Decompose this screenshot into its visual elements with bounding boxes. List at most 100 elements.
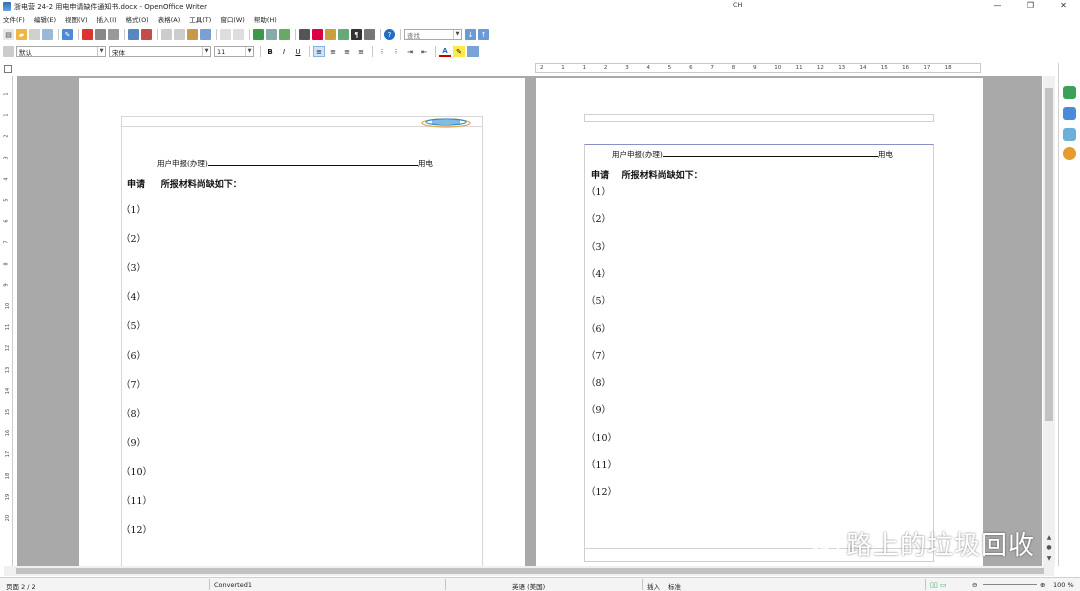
item-number: （5） — [586, 296, 612, 308]
data-sources-icon[interactable] — [338, 29, 349, 40]
menu-insert[interactable]: 插入(I) — [97, 14, 117, 24]
blank-underline[interactable] — [207, 165, 418, 166]
paste-icon[interactable] — [187, 29, 198, 40]
font-name-select[interactable]: 宋体 ▼ — [109, 46, 211, 57]
zoom-slider[interactable] — [983, 584, 1037, 585]
horizontal-scrollbar[interactable] — [4, 566, 1054, 576]
previous-page-icon[interactable]: ▲ — [1043, 534, 1055, 544]
font-color-icon[interactable]: A — [439, 46, 451, 57]
search-field[interactable]: 查找 ▼ — [404, 29, 462, 40]
table-icon[interactable] — [266, 29, 277, 40]
scrollbar-thumb[interactable] — [1045, 88, 1053, 421]
chevron-down-icon[interactable]: ▼ — [97, 47, 105, 56]
minimize-button[interactable]: — — [981, 0, 1014, 13]
document-workspace[interactable]: 用户申报(办理) 用电 申请 所报材料尚缺如下： （1） （2） （3） （4） （5） （… — [17, 76, 1042, 567]
indent-decrease-icon[interactable]: ⇤ — [418, 46, 430, 57]
copy-icon[interactable] — [174, 29, 185, 40]
menu-format[interactable]: 格式(O) — [126, 14, 149, 24]
vertical-ruler[interactable]: 1 1 2 3 4 5 6 7 8 9 10 11 12 13 14 15 16 17 18 19 20 — [3, 76, 13, 567]
page-style[interactable]: Converted1 — [214, 581, 252, 589]
justify-icon[interactable]: ≡ — [355, 46, 367, 57]
blank-underline[interactable] — [662, 156, 878, 157]
align-center-icon[interactable]: ≡ — [327, 46, 339, 57]
bold-button[interactable]: B — [264, 46, 276, 57]
export-pdf-icon[interactable] — [82, 29, 93, 40]
document-page-2[interactable]: 用户申报(办理) 用电 申请 所报材料尚缺如下： （1） （2） （3） （4） （5） （… — [536, 78, 983, 567]
open-folder-icon[interactable]: ▰ — [16, 29, 27, 40]
indent-increase-icon[interactable]: ⇥ — [404, 46, 416, 57]
menu-help[interactable]: 帮助(H) — [254, 14, 277, 24]
new-document-icon[interactable]: ▤ — [3, 29, 14, 40]
ruler-corner[interactable] — [4, 65, 12, 73]
redo-icon[interactable] — [233, 29, 244, 40]
gallery-icon[interactable] — [325, 29, 336, 40]
zoom-in-icon[interactable]: ⊕ — [1040, 581, 1045, 589]
menu-edit[interactable]: 编辑(E) — [34, 14, 56, 24]
horizontal-ruler[interactable]: 2 1 1 2 3 4 5 6 7 8 9 10 11 12 13 14 15 16 17 18 — [535, 63, 981, 73]
vertical-scrollbar[interactable]: ▲ ● ▼ — [1043, 76, 1055, 567]
chevron-down-icon[interactable]: ▼ — [245, 47, 253, 56]
zoom-icon[interactable] — [364, 29, 375, 40]
item-number: （8） — [121, 408, 147, 420]
styles-icon[interactable] — [1063, 107, 1076, 120]
font-size-select[interactable]: 11 ▼ — [214, 46, 254, 57]
document-page-1[interactable]: 用户申报(办理) 用电 申请 所报材料尚缺如下： （1） （2） （3） （4） （5） （… — [79, 78, 525, 567]
hyperlink-icon[interactable] — [253, 29, 264, 40]
navigation-icon[interactable]: ● — [1043, 544, 1055, 554]
spellcheck-icon[interactable] — [128, 29, 139, 40]
highlight-icon[interactable]: ✎ — [453, 46, 465, 57]
background-color-icon[interactable] — [467, 46, 479, 57]
insert-mode[interactable]: 插入 — [647, 581, 660, 591]
selection-mode[interactable]: 标准 — [668, 581, 681, 591]
zoom-out-icon[interactable]: ⊖ — [972, 581, 977, 589]
numbering-icon[interactable]: ⁝ — [376, 46, 388, 57]
navigator-icon[interactable] — [312, 29, 323, 40]
find-replace-icon[interactable] — [299, 29, 310, 40]
styles-formatting-icon[interactable] — [3, 46, 14, 57]
italic-button[interactable]: I — [278, 46, 290, 57]
paragraph-style-select[interactable]: 默认 ▼ — [16, 46, 106, 57]
language-indicator[interactable]: 英语 (美国) — [512, 581, 545, 591]
close-button[interactable]: ✕ — [1047, 0, 1080, 13]
find-next-icon[interactable]: ↓ — [465, 29, 476, 40]
next-page-icon[interactable]: ▼ — [1043, 555, 1055, 565]
help-icon[interactable]: ? — [384, 29, 395, 40]
autospell-icon[interactable] — [141, 29, 152, 40]
underline-button[interactable]: U — [292, 46, 304, 57]
zoom-level[interactable]: 100 % — [1053, 581, 1074, 589]
menu-view[interactable]: 视图(V) — [65, 14, 88, 24]
format-paintbrush-icon[interactable] — [200, 29, 211, 40]
header-left-text: 用户申报(办理) — [157, 159, 208, 168]
scrollbar-thumb[interactable] — [16, 568, 1044, 574]
page-preview-icon[interactable] — [108, 29, 119, 40]
chevron-down-icon[interactable]: ▼ — [202, 47, 210, 56]
properties-icon[interactable] — [1063, 86, 1076, 99]
email-icon[interactable] — [42, 29, 53, 40]
print-icon[interactable] — [95, 29, 106, 40]
menu-window[interactable]: 窗口(W) — [220, 14, 245, 24]
align-left-icon[interactable]: ≡ — [313, 46, 325, 57]
cut-icon[interactable] — [161, 29, 172, 40]
maximize-button[interactable]: ❐ — [1014, 0, 1047, 13]
view-layout-icon[interactable]: ▯▯ ▭ — [930, 581, 947, 589]
ime-indicator[interactable]: CH — [733, 1, 742, 9]
navigator-icon[interactable] — [1063, 147, 1076, 160]
align-right-icon[interactable]: ≡ — [341, 46, 353, 57]
ruler-tick-label: 13 — [5, 366, 12, 373]
menu-tools[interactable]: 工具(T) — [189, 14, 211, 24]
gallery-icon[interactable] — [1063, 128, 1076, 141]
save-icon[interactable] — [29, 29, 40, 40]
menu-file[interactable]: 文件(F) — [3, 14, 25, 24]
menu-table[interactable]: 表格(A) — [158, 14, 181, 24]
page-count[interactable]: 页面 2 / 2 — [6, 581, 36, 591]
formatting-marks-icon[interactable]: ¶ — [351, 29, 362, 40]
chevron-down-icon[interactable]: ▼ — [453, 30, 461, 39]
undo-icon[interactable] — [220, 29, 231, 40]
draw-functions-icon[interactable] — [279, 29, 290, 40]
item-number: （5） — [121, 321, 147, 333]
ruler-tick-label: 1 — [582, 65, 587, 71]
find-previous-icon[interactable]: ↑ — [478, 29, 489, 40]
edit-mode-icon[interactable]: ✎ — [62, 29, 73, 40]
item-number: （11） — [586, 460, 618, 471]
bullets-icon[interactable]: ⁝ — [390, 46, 402, 57]
